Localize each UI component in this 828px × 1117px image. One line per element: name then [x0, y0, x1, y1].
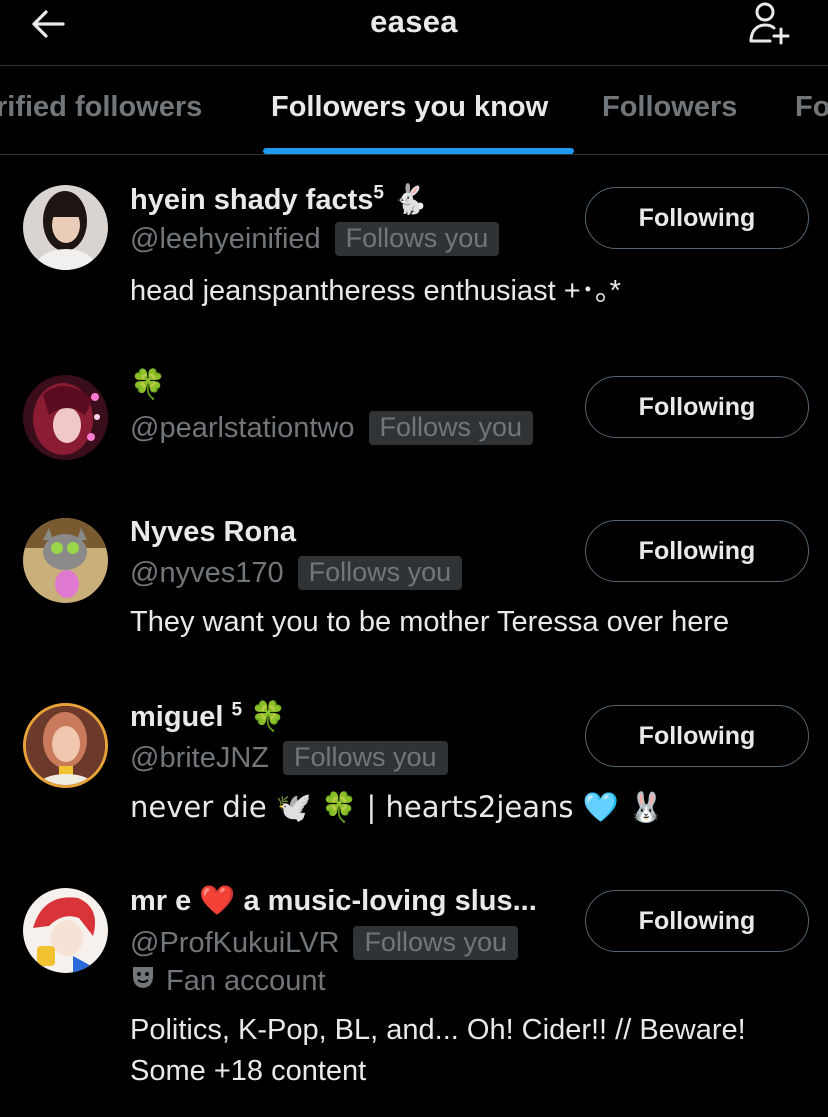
username[interactable]: @pearlstationtwo	[130, 412, 355, 445]
top-bar: easea	[0, 0, 828, 66]
follows-you-badge: Follows you	[353, 926, 518, 960]
avatar[interactable]	[23, 185, 108, 270]
display-name[interactable]: mr e ❤️ a music-loving slus...	[130, 884, 537, 918]
display-name[interactable]: hyein shady facts5 🐇	[130, 182, 428, 217]
handle-line: @nyves170 Follows you	[130, 556, 463, 590]
handle-line: @leehyeinified Follows you	[130, 222, 500, 256]
tab-followers[interactable]: Followers	[602, 91, 737, 124]
bio-line-1: Politics, K-Pop, BL, and... Oh! Cider!! …	[130, 1014, 746, 1046]
tab-followers-you-know[interactable]: Followers you know	[271, 91, 548, 124]
handle-line: @briteJNZ Follows you	[130, 741, 448, 775]
following-button[interactable]: Following	[585, 520, 809, 582]
theater-mask-icon	[130, 964, 156, 998]
display-name[interactable]: miguel 5 🍀	[130, 699, 286, 734]
bio: They want you to be mother Teressa over …	[130, 606, 730, 638]
avatar[interactable]	[23, 375, 108, 460]
avatar[interactable]	[23, 703, 108, 788]
username[interactable]: @ProfKukuiLVR	[130, 927, 339, 960]
following-button[interactable]: Following	[585, 376, 809, 438]
page-title: easea	[370, 4, 458, 39]
following-button[interactable]: Following	[585, 890, 809, 952]
username[interactable]: @leehyeinified	[130, 223, 321, 256]
username[interactable]: @briteJNZ	[130, 742, 269, 775]
avatar[interactable]	[23, 518, 108, 603]
follows-you-badge: Follows you	[297, 556, 463, 590]
follows-you-badge: Follows you	[283, 741, 448, 775]
avatar[interactable]	[23, 888, 108, 973]
bio-line-2: Some +18 content	[130, 1055, 367, 1087]
following-button[interactable]: Following	[585, 705, 809, 767]
following-button[interactable]: Following	[585, 187, 809, 249]
tab-bar: rified followers Followers you know Foll…	[0, 67, 828, 155]
fan-account-label: Fan account	[130, 964, 326, 998]
follows-you-badge: Follows you	[368, 411, 534, 445]
display-name[interactable]: 🍀	[130, 367, 166, 402]
handle-line: @pearlstationtwo Follows you	[130, 411, 534, 445]
tab-following[interactable]: Fo	[795, 91, 828, 124]
username[interactable]: @nyves170	[130, 557, 284, 590]
tab-verified-followers[interactable]: rified followers	[0, 91, 202, 124]
bio: never die 🕊️ 🍀 | hearts2jeans 🩵 🐰	[130, 790, 665, 824]
handle-line: @ProfKukuiLVR Follows you	[130, 926, 518, 960]
bio: head jeanspantheress enthusiast +･｡*	[130, 275, 621, 307]
display-name[interactable]: Nyves Rona	[130, 516, 296, 549]
follows-you-badge: Follows you	[334, 222, 500, 256]
active-tab-indicator	[263, 148, 574, 154]
add-user-icon[interactable]	[746, 0, 794, 46]
